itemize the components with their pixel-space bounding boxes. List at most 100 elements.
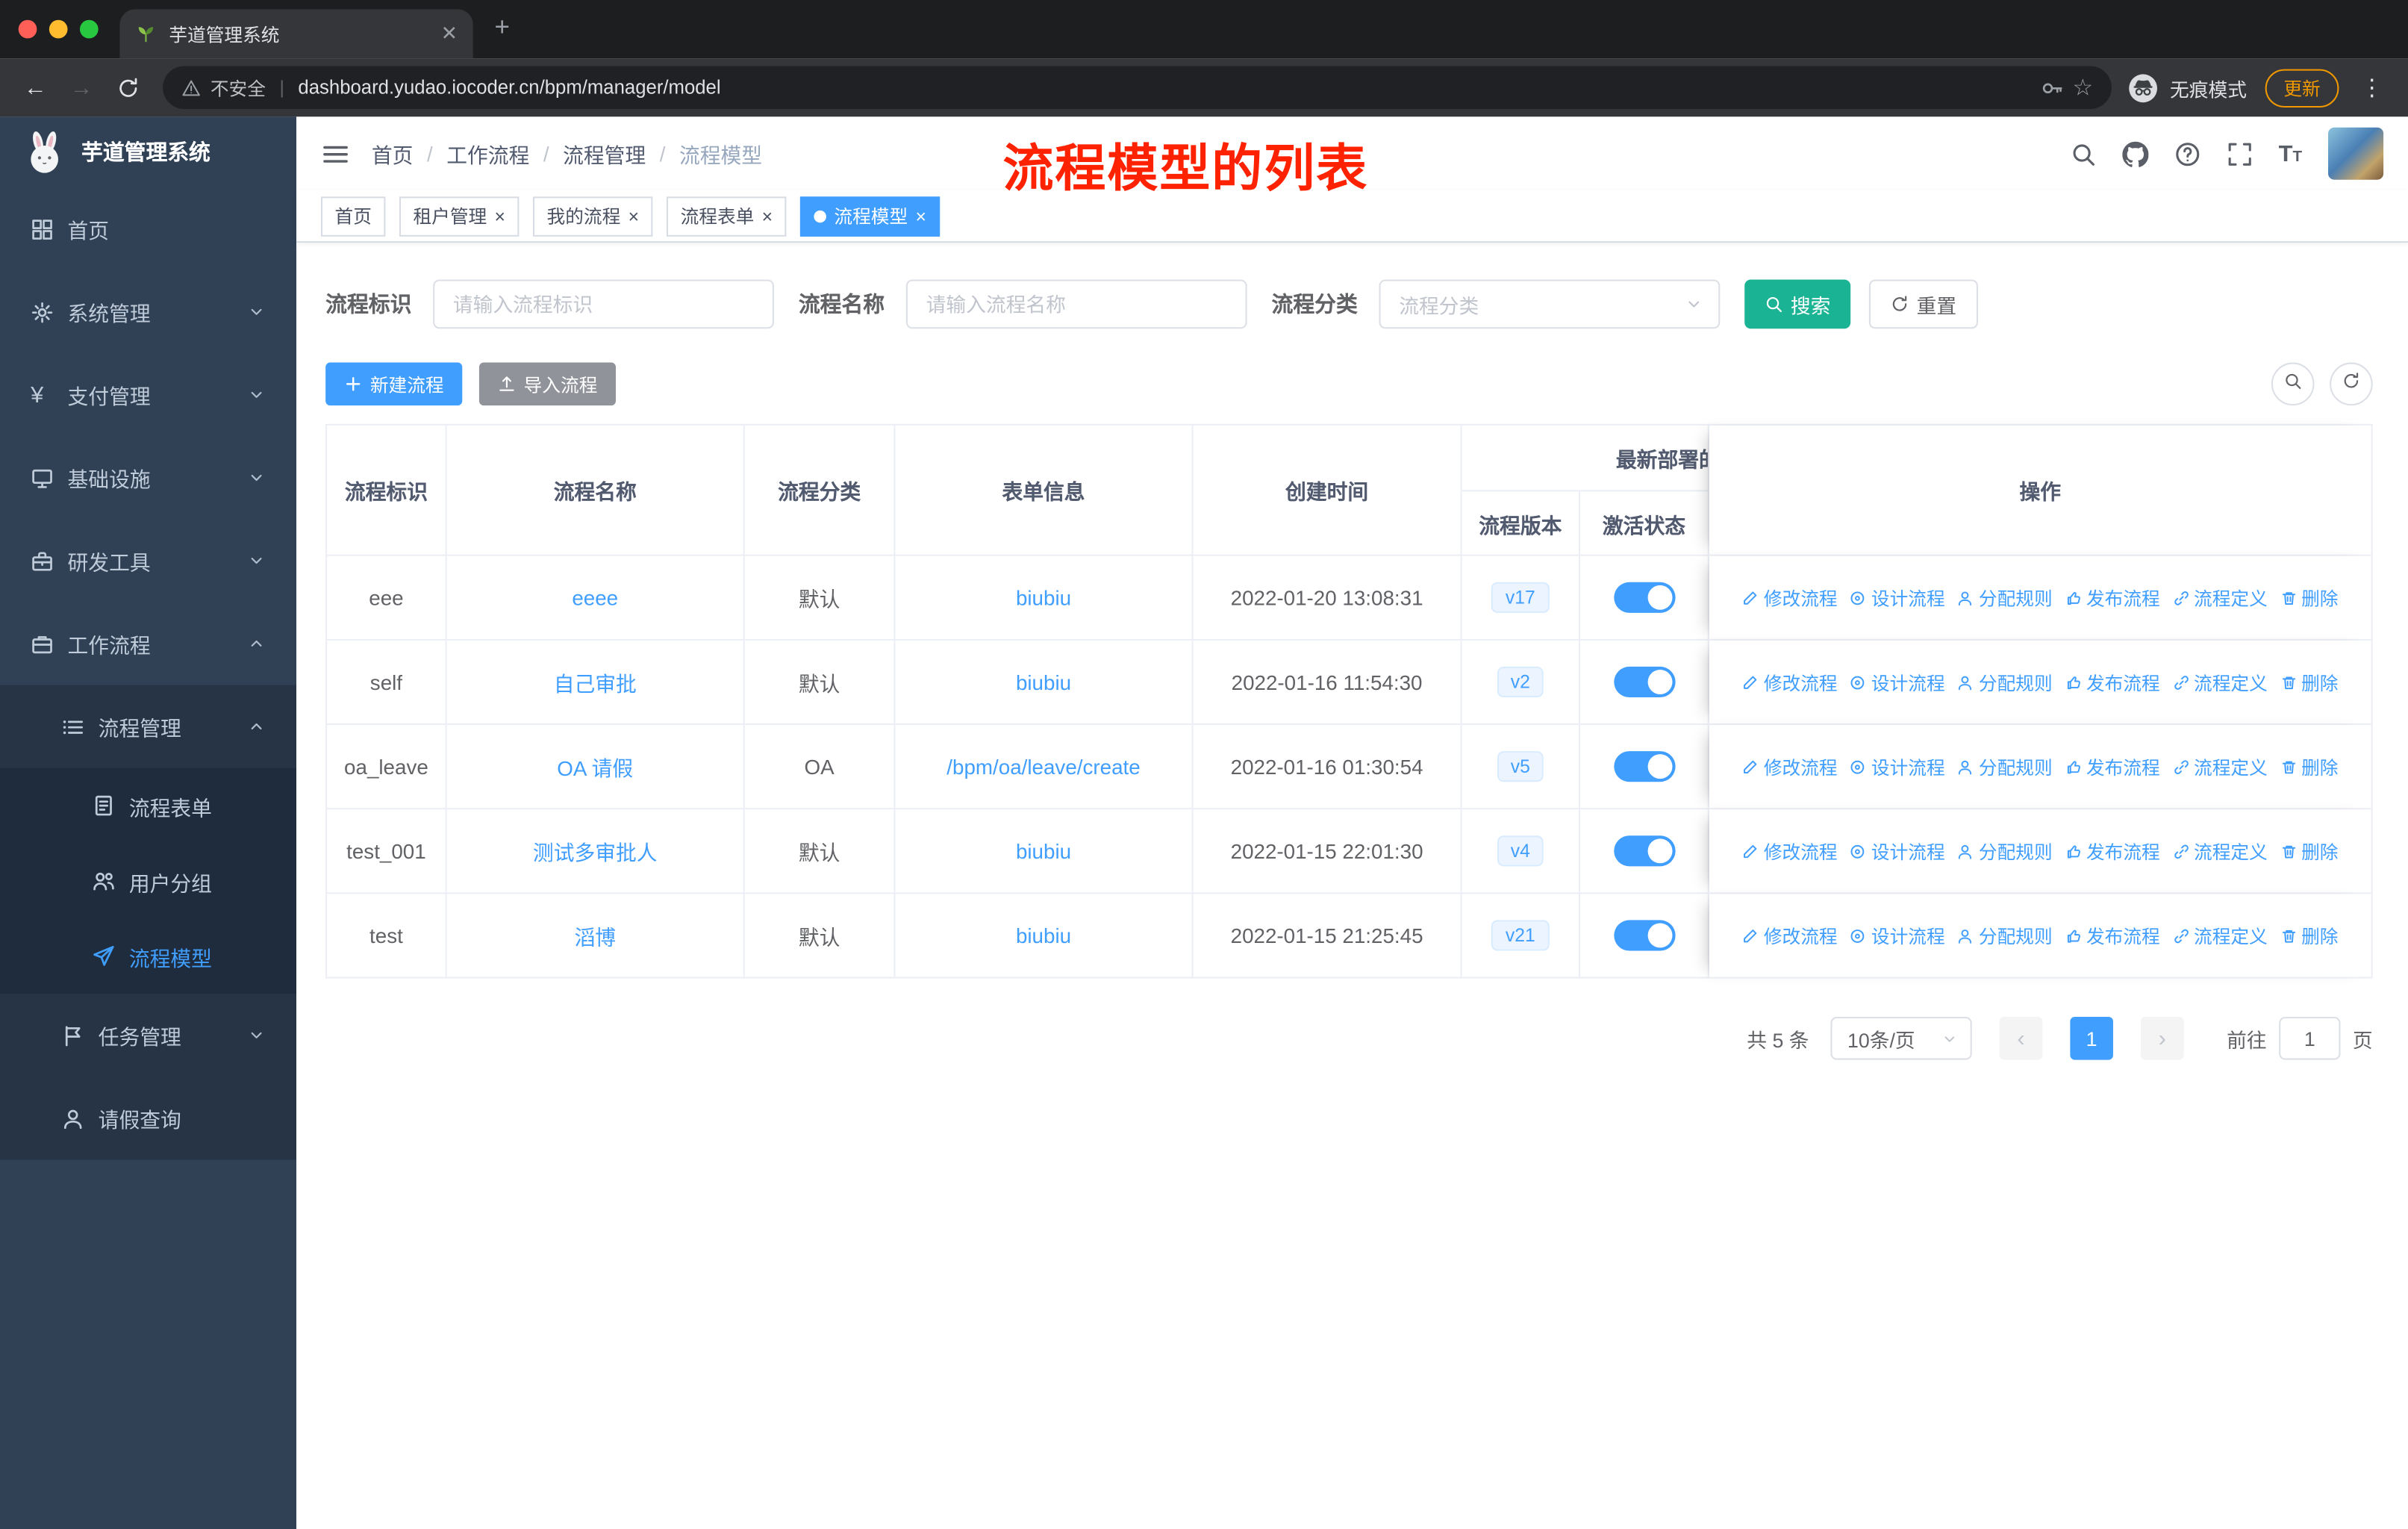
active-toggle[interactable] [1613, 835, 1675, 867]
action-delete-link[interactable]: 删除 [2280, 585, 2338, 611]
action-assign-link[interactable]: 分配规则 [1957, 585, 2053, 611]
version-badge[interactable]: v21 [1491, 920, 1550, 951]
close-window-button[interactable] [18, 19, 37, 39]
minimize-window-button[interactable] [49, 19, 68, 39]
process-category-select[interactable]: 流程分类 [1379, 279, 1721, 329]
action-definition-link[interactable]: 流程定义 [2172, 669, 2268, 695]
sidebar-item-workflow[interactable]: 工作流程 [0, 602, 296, 685]
back-button[interactable]: ← [16, 75, 55, 101]
tag-close-icon[interactable]: × [915, 207, 926, 225]
action-modify-link[interactable]: 修改流程 [1742, 753, 1838, 779]
sidebar-item-leave-query[interactable]: 请假查询 [0, 1077, 297, 1160]
version-badge[interactable]: v4 [1497, 835, 1544, 867]
action-delete-link[interactable]: 删除 [2280, 922, 2338, 948]
search-button[interactable]: 搜索 [1744, 279, 1851, 329]
action-delete-link[interactable]: 删除 [2280, 753, 2338, 779]
action-assign-link[interactable]: 分配规则 [1957, 753, 2053, 779]
forward-button[interactable]: → [61, 75, 101, 101]
new-tab-button[interactable]: + [494, 12, 509, 43]
breadcrumb-item[interactable]: 流程管理 [563, 138, 646, 169]
form-info-link[interactable]: biubiu [1016, 670, 1071, 694]
sidebar-item-infrastructure[interactable]: 基础设施 [0, 436, 296, 519]
action-modify-link[interactable]: 修改流程 [1742, 922, 1838, 948]
version-badge[interactable]: v5 [1497, 751, 1544, 782]
action-design-link[interactable]: 设计流程 [1850, 669, 1945, 695]
active-toggle[interactable] [1613, 666, 1675, 698]
sidebar-item-dev-tools[interactable]: 研发工具 [0, 519, 296, 602]
action-modify-link[interactable]: 修改流程 [1742, 669, 1838, 695]
action-publish-link[interactable]: 发布流程 [2065, 669, 2160, 695]
process-name-link[interactable]: 滔博 [574, 920, 616, 950]
action-modify-link[interactable]: 修改流程 [1742, 585, 1838, 611]
active-toggle[interactable] [1613, 751, 1675, 782]
sidebar-item-process-model[interactable]: 流程模型 [0, 918, 297, 994]
goto-page-input[interactable] [2279, 1016, 2341, 1060]
tag-process-form[interactable]: 流程表单 × [667, 196, 787, 236]
prev-page-button[interactable]: ‹ [1999, 1016, 2043, 1060]
sidebar-item-user-group[interactable]: 用户分组 [0, 843, 297, 919]
sidebar-item-process-form[interactable]: 流程表单 [0, 767, 297, 844]
breadcrumb-item[interactable]: 工作流程 [446, 138, 529, 169]
breadcrumb-item[interactable]: 首页 [372, 138, 414, 169]
sidebar-item-system-management[interactable]: 系统管理 [0, 270, 296, 353]
action-delete-link[interactable]: 删除 [2280, 669, 2338, 695]
version-badge[interactable]: v17 [1491, 582, 1550, 613]
maximize-window-button[interactable] [79, 19, 99, 39]
sidebar-item-process-management[interactable]: 流程管理 [0, 685, 297, 768]
process-key-input[interactable] [433, 279, 774, 329]
browser-menu-icon[interactable]: ⋮ [2357, 74, 2386, 102]
sidebar-collapse-icon[interactable] [321, 139, 350, 168]
tag-close-icon[interactable]: × [628, 207, 639, 225]
sidebar-item-task-management[interactable]: 任务管理 [0, 994, 297, 1077]
tag-tenant-management[interactable]: 租户管理 × [399, 196, 520, 236]
tag-close-icon[interactable]: × [495, 207, 505, 225]
bookmark-star-icon[interactable]: ☆ [2072, 76, 2093, 99]
process-name-link[interactable]: 自己审批 [554, 667, 637, 697]
form-info-link[interactable]: /bpm/oa/leave/create [946, 755, 1140, 778]
version-badge[interactable]: v2 [1497, 666, 1544, 698]
action-definition-link[interactable]: 流程定义 [2172, 585, 2268, 611]
tag-process-model[interactable]: 流程模型 × [800, 196, 941, 236]
form-info-link[interactable]: biubiu [1016, 839, 1071, 862]
help-icon[interactable] [2174, 140, 2200, 166]
active-toggle[interactable] [1613, 582, 1675, 613]
reset-button[interactable]: 重置 [1868, 279, 1978, 329]
current-page-button[interactable]: 1 [2070, 1016, 2113, 1060]
font-size-icon[interactable]: TT [2279, 142, 2302, 165]
action-design-link[interactable]: 设计流程 [1850, 753, 1945, 779]
tag-home[interactable]: 首页 [320, 196, 386, 236]
action-publish-link[interactable]: 发布流程 [2065, 585, 2160, 611]
fullscreen-icon[interactable] [2227, 140, 2253, 166]
process-name-link[interactable]: 测试多审批人 [533, 835, 658, 866]
action-assign-link[interactable]: 分配规则 [1957, 922, 2053, 948]
address-bar[interactable]: 不安全 | dashboard.yudao.iocoder.cn/bpm/man… [163, 66, 2112, 110]
action-delete-link[interactable]: 删除 [2280, 838, 2338, 864]
active-toggle[interactable] [1613, 920, 1675, 951]
tab-close-icon[interactable]: ✕ [441, 22, 458, 46]
user-avatar[interactable] [2328, 127, 2384, 180]
chrome-update-button[interactable]: 更新 [2265, 68, 2339, 107]
action-publish-link[interactable]: 发布流程 [2065, 838, 2160, 864]
sidebar-item-home[interactable]: 首页 [0, 187, 296, 270]
github-icon[interactable] [2121, 140, 2148, 166]
action-publish-link[interactable]: 发布流程 [2065, 922, 2160, 948]
tag-close-icon[interactable]: × [762, 207, 773, 225]
process-name-link[interactable]: eeee [572, 586, 618, 609]
app-logo[interactable]: 芋道管理系统 [0, 116, 296, 187]
reload-button[interactable] [107, 75, 147, 101]
sidebar-item-payment-management[interactable]: ¥ 支付管理 [0, 353, 296, 436]
browser-tab[interactable]: 芋道管理系统 ✕ [119, 9, 473, 59]
search-icon[interactable] [2070, 140, 2096, 166]
action-design-link[interactable]: 设计流程 [1850, 838, 1945, 864]
action-definition-link[interactable]: 流程定义 [2172, 838, 2268, 864]
action-design-link[interactable]: 设计流程 [1850, 922, 1945, 948]
tag-my-process[interactable]: 我的流程 × [533, 196, 653, 236]
form-info-link[interactable]: biubiu [1016, 924, 1071, 947]
action-definition-link[interactable]: 流程定义 [2172, 753, 2268, 779]
toggle-search-button[interactable] [2271, 362, 2315, 406]
create-process-button[interactable]: 新建流程 [325, 362, 463, 406]
form-info-link[interactable]: biubiu [1016, 586, 1071, 609]
refresh-table-button[interactable] [2330, 362, 2373, 406]
action-assign-link[interactable]: 分配规则 [1957, 669, 2053, 695]
action-publish-link[interactable]: 发布流程 [2065, 753, 2160, 779]
